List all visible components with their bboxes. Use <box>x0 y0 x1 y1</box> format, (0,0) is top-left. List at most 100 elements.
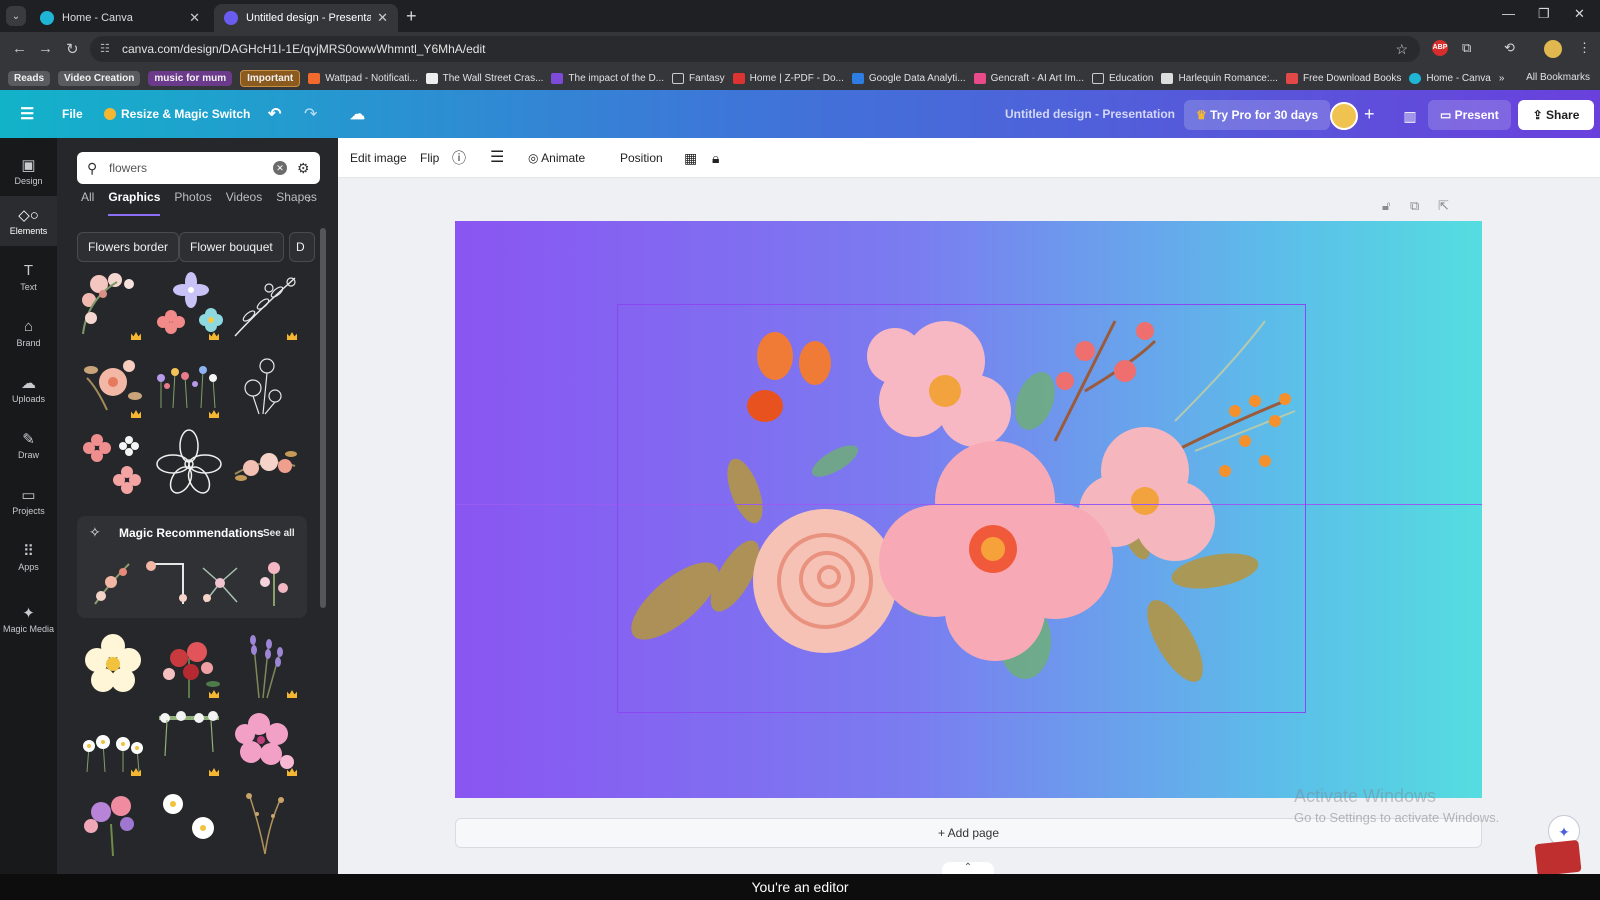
graphic-floral-corner[interactable] <box>77 270 149 342</box>
minimize-icon[interactable]: — <box>1502 6 1515 21</box>
lock-page-icon[interactable]: 🔓︎ <box>1382 198 1390 214</box>
new-tab-button[interactable]: + <box>406 6 417 27</box>
notes-thumbnail[interactable] <box>1534 839 1582 877</box>
flip-button[interactable]: Flip <box>420 138 439 178</box>
filter-icon[interactable]: ⚙ <box>297 152 310 184</box>
tabs-next-chevron-icon[interactable]: › <box>307 192 311 206</box>
undo-icon[interactable]: ↶ <box>268 90 281 138</box>
menu-icon[interactable]: ⋮ <box>1578 40 1591 56</box>
search-input[interactable]: ⚲ flowers ✕ ⚙ <box>77 152 320 184</box>
cloud-save-icon[interactable]: ☁ <box>350 90 365 138</box>
tab-graphics[interactable]: Graphics <box>108 190 161 216</box>
animate-button[interactable]: ◎ Animate <box>528 138 585 178</box>
duplicate-page-icon[interactable]: ⧉ <box>1410 198 1419 214</box>
tab-search-button[interactable]: ⌄ <box>6 6 26 26</box>
site-info-icon[interactable]: ☷ <box>100 36 110 62</box>
invite-plus-icon[interactable]: + <box>1364 90 1375 138</box>
graphic-pink-daisies[interactable] <box>77 426 149 498</box>
bookmarks-overflow-icon[interactable]: » <box>1499 73 1505 84</box>
close-tab-icon[interactable]: ✕ <box>377 10 388 26</box>
all-bookmarks[interactable]: All Bookmarks <box>1526 72 1590 83</box>
bookmark-google-data[interactable]: Google Data Analyti... <box>851 72 966 84</box>
graphic-floral-frame[interactable] <box>153 706 225 778</box>
history-icon[interactable]: ⟲ <box>1504 40 1515 56</box>
recommendation-thumb[interactable] <box>143 558 189 608</box>
resize-magic-switch-button[interactable]: Resize & Magic Switch <box>104 90 250 138</box>
graphic-line-art-flowers[interactable] <box>229 348 301 420</box>
lock-icon[interactable]: 🔒︎ <box>712 138 719 178</box>
border-style-icon[interactable]: ☰ <box>490 138 504 178</box>
bookmark-music-for-mum[interactable]: music for mum <box>148 70 233 86</box>
extensions-icon[interactable]: ⧉ <box>1462 40 1471 56</box>
chip-flower-bouquet[interactable]: Flower bouquet <box>179 232 284 262</box>
edit-image-button[interactable]: Edit image <box>350 138 407 178</box>
graphic-rose-spray[interactable] <box>229 426 301 498</box>
bookmark-fantasy[interactable]: Fantasy <box>672 72 725 84</box>
chip-more[interactable]: D <box>289 232 315 262</box>
recommendation-thumb[interactable] <box>251 558 297 608</box>
graphic-pastel-flowers[interactable] <box>153 270 225 342</box>
graphic-white-daisies[interactable] <box>153 784 225 856</box>
recommendation-thumb[interactable] <box>197 558 243 608</box>
rail-magic-media[interactable]: ✦ Magic Media <box>0 594 57 644</box>
rail-projects[interactable]: ▭ Projects <box>0 476 57 526</box>
bookmark-home-canva[interactable]: Home - Canva <box>1409 72 1491 84</box>
close-window-icon[interactable]: ✕ <box>1574 6 1585 22</box>
selection-box[interactable] <box>617 304 1306 713</box>
profile-avatar[interactable] <box>1544 40 1562 58</box>
close-tab-icon[interactable]: ✕ <box>189 10 200 26</box>
file-menu[interactable]: File <box>62 90 83 138</box>
adblock-icon[interactable]: ABP <box>1432 40 1448 56</box>
design-title[interactable]: Untitled design - Presentation <box>1005 90 1175 138</box>
bookmark-zpdf[interactable]: Home | Z-PDF - Do... <box>732 72 844 84</box>
bookmark-star-icon[interactable]: ☆ <box>1395 36 1408 62</box>
restore-icon[interactable]: ❐ <box>1538 6 1550 22</box>
forward-icon[interactable]: → <box>38 40 53 57</box>
graphic-dried-flowers[interactable] <box>229 784 301 856</box>
rail-draw[interactable]: ✎ Draw <box>0 420 57 470</box>
graphic-peach-bouquet[interactable] <box>77 348 149 420</box>
bookmark-education[interactable]: Education <box>1091 72 1153 84</box>
graphic-red-bouquet[interactable] <box>153 628 225 700</box>
bookmark-video-creation[interactable]: Video Creation <box>58 70 141 86</box>
share-button[interactable]: ⇪ Share <box>1518 100 1594 130</box>
redo-icon[interactable]: ↷ <box>304 90 317 138</box>
bookmark-free-download[interactable]: Free Download Books <box>1285 72 1401 84</box>
rail-text[interactable]: T Text <box>0 252 57 302</box>
chip-flowers-border[interactable]: Flowers border <box>77 232 180 262</box>
graphic-white-flower[interactable] <box>77 628 149 700</box>
clear-search-icon[interactable]: ✕ <box>273 161 287 175</box>
graphic-wildflower-meadow[interactable] <box>153 348 225 420</box>
tab-videos[interactable]: Videos <box>226 190 262 216</box>
try-pro-button[interactable]: ♛ Try Pro for 30 days <box>1184 100 1331 130</box>
graphic-purple-bouquet[interactable] <box>77 784 149 856</box>
graphic-daisy-row[interactable] <box>77 706 149 778</box>
position-button[interactable]: Position <box>620 138 663 178</box>
bookmark-wattpad[interactable]: Wattpad - Notificati... <box>308 72 418 84</box>
rail-elements[interactable]: ◇○ Elements <box>0 196 57 246</box>
reload-icon[interactable]: ↻ <box>66 40 79 58</box>
present-button[interactable]: ▭ Present <box>1428 100 1511 130</box>
transparency-icon[interactable]: ▦ <box>684 138 697 178</box>
bookmark-reads[interactable]: Reads <box>8 70 51 86</box>
bookmark-wsj[interactable]: The Wall Street Cras... <box>425 72 543 84</box>
rail-design[interactable]: ▣ Design <box>0 146 57 196</box>
rail-apps[interactable]: ⠿ Apps <box>0 532 57 582</box>
main-menu-icon[interactable]: ☰ <box>20 90 34 138</box>
insights-chart-icon[interactable]: ▥ <box>1396 102 1424 130</box>
design-canvas[interactable] <box>455 221 1482 798</box>
tab-untitled-design[interactable]: Untitled design - Presentation ✕ <box>214 4 398 32</box>
graphic-line-art-branch[interactable] <box>229 270 301 342</box>
rail-uploads[interactable]: ☁ Uploads <box>0 364 57 414</box>
panel-scrollbar[interactable] <box>320 228 326 608</box>
recommendation-thumb[interactable] <box>89 558 135 608</box>
bookmark-harlequin[interactable]: Harlequin Romance:... <box>1161 72 1278 84</box>
back-icon[interactable]: ← <box>12 40 27 57</box>
add-page-icon[interactable]: ⇱ <box>1438 198 1449 214</box>
bookmark-gencraft[interactable]: Gencraft - AI Art Im... <box>973 72 1084 84</box>
see-all-link[interactable]: See all <box>263 528 295 539</box>
pages-expand-chevron-icon[interactable]: ⌃ <box>942 862 994 874</box>
bookmark-important[interactable]: Important <box>240 69 301 87</box>
graphic-lavender[interactable] <box>229 628 301 700</box>
bookmark-impact[interactable]: The impact of the D... <box>551 72 664 84</box>
